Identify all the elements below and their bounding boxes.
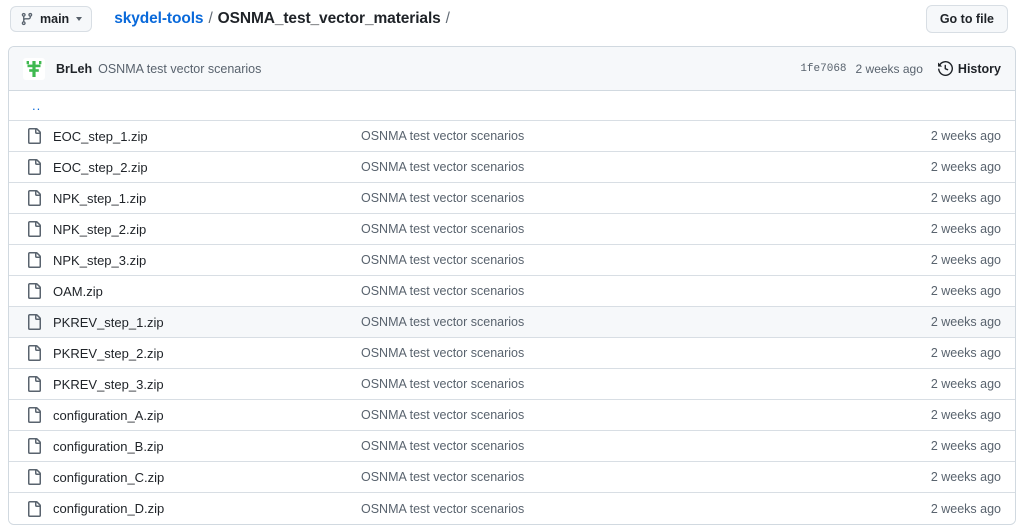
file-commit-message[interactable]: OSNMA test vector scenarios — [361, 315, 905, 329]
commit-author-name[interactable]: BrLeh — [56, 62, 92, 76]
file-commit-message[interactable]: OSNMA test vector scenarios — [361, 502, 905, 516]
file-commit-message[interactable]: OSNMA test vector scenarios — [361, 377, 905, 391]
file-commit-time: 2 weeks ago — [930, 315, 1001, 329]
commit-relative-time: 2 weeks ago — [855, 61, 923, 76]
file-name-link[interactable]: EOC_step_2.zip — [49, 160, 361, 175]
latest-commit-header: BrLeh OSNMA test vector scenarios 1fe706… — [9, 47, 1015, 91]
file-commit-message[interactable]: OSNMA test vector scenarios — [361, 191, 905, 205]
file-name-link[interactable]: NPK_step_2.zip — [49, 222, 361, 237]
file-name-link[interactable]: configuration_A.zip — [49, 408, 361, 423]
file-name-link[interactable]: NPK_step_3.zip — [49, 253, 361, 268]
file-commit-message[interactable]: OSNMA test vector scenarios — [361, 470, 905, 484]
branch-selector-button[interactable]: main — [10, 6, 93, 32]
table-row[interactable]: PKREV_step_1.zip OSNMA test vector scenar… — [9, 307, 1015, 338]
file-name-link[interactable]: PKREV_step_1.zip — [49, 315, 361, 330]
file-commit-time: 2 weeks ago — [930, 253, 1001, 267]
table-row[interactable]: EOC_step_2.zip OSNMA test vector scenario… — [9, 152, 1015, 183]
parent-directory-link[interactable]: .. — [23, 99, 41, 112]
file-name-link[interactable]: configuration_D.zip — [49, 501, 361, 516]
file-listing-container: BrLeh OSNMA test vector scenarios 1fe706… — [8, 46, 1016, 525]
file-icon — [23, 500, 49, 517]
table-row[interactable]: configuration_C.zip OSNMA test vector sce… — [9, 462, 1015, 493]
table-row[interactable]: configuration_A.zip OSNMA test vector sce… — [9, 400, 1015, 431]
breadcrumb-trailing-separator: / — [445, 10, 450, 27]
breadcrumb-owner-link[interactable]: skydel-tools — [114, 10, 203, 28]
file-icon — [23, 128, 49, 144]
table-row[interactable]: configuration_D.zip OSNMA test vector sce… — [9, 493, 1015, 524]
repo-toolbar: main skydel-tools / OSNMA_test_vector_ma… — [0, 0, 1024, 38]
git-branch-icon — [20, 12, 34, 26]
table-row[interactable]: configuration_B.zip OSNMA test vector sce… — [9, 431, 1015, 462]
table-row[interactable]: OAM.zip OSNMA test vector scenarios 2 week… — [9, 276, 1015, 307]
file-icon — [23, 345, 49, 361]
file-icon — [23, 283, 49, 299]
file-commit-message[interactable]: OSNMA test vector scenarios — [361, 284, 905, 298]
file-commit-message[interactable]: OSNMA test vector scenarios — [361, 408, 905, 422]
commit-message[interactable]: OSNMA test vector scenarios — [98, 62, 261, 76]
file-icon — [23, 438, 49, 454]
file-commit-time: 2 weeks ago — [930, 439, 1001, 453]
file-name-link[interactable]: configuration_C.zip — [49, 470, 361, 485]
file-commit-message[interactable]: OSNMA test vector scenarios — [361, 160, 905, 174]
table-row[interactable]: NPK_step_3.zip OSNMA test vector scenario… — [9, 245, 1015, 276]
file-commit-time: 2 weeks ago — [930, 222, 1001, 236]
file-commit-message[interactable]: OSNMA test vector scenarios — [361, 346, 905, 360]
table-row[interactable]: PKREV_step_3.zip OSNMA test vector scenar… — [9, 369, 1015, 400]
file-name-link[interactable]: PKREV_step_2.zip — [49, 346, 361, 361]
file-icon — [23, 159, 49, 175]
file-commit-time: 2 weeks ago — [930, 470, 1001, 484]
commit-meta: 1fe7068 2 weeks ago History — [800, 61, 1001, 76]
go-to-file-button[interactable]: Go to file — [925, 5, 1008, 33]
table-row[interactable]: NPK_step_1.zip OSNMA test vector scenario… — [9, 183, 1015, 214]
file-commit-time: 2 weeks ago — [930, 284, 1001, 298]
file-name-link[interactable]: EOC_step_1.zip — [49, 129, 361, 144]
file-icon — [23, 407, 49, 423]
file-commit-message[interactable]: OSNMA test vector scenarios — [361, 439, 905, 453]
file-icon — [23, 190, 49, 206]
file-name-link[interactable]: configuration_B.zip — [49, 439, 361, 454]
file-commit-time: 2 weeks ago — [930, 408, 1001, 422]
file-icon — [23, 376, 49, 392]
file-commit-time: 2 weeks ago — [930, 377, 1001, 391]
file-name-link[interactable]: NPK_step_1.zip — [49, 191, 361, 206]
file-name-link[interactable]: OAM.zip — [49, 284, 361, 299]
breadcrumb-current-folder: OSNMA_test_vector_materials — [217, 10, 441, 27]
file-rows: EOC_step_1.zip OSNMA test vector scenario… — [9, 121, 1015, 524]
file-commit-time: 2 weeks ago — [930, 129, 1001, 143]
chevron-down-icon — [76, 17, 83, 21]
file-commit-message[interactable]: OSNMA test vector scenarios — [361, 222, 905, 236]
breadcrumb: skydel-tools / OSNMA_test_vector_materia… — [114, 10, 450, 28]
file-commit-time: 2 weeks ago — [930, 160, 1001, 174]
file-icon — [23, 314, 49, 330]
file-commit-time: 2 weeks ago — [930, 191, 1001, 205]
file-commit-message[interactable]: OSNMA test vector scenarios — [361, 253, 905, 267]
branch-name-label: main — [40, 12, 70, 26]
file-commit-time: 2 weeks ago — [930, 346, 1001, 360]
file-icon — [23, 221, 49, 237]
file-commit-time: 2 weeks ago — [930, 501, 1001, 516]
commit-sha[interactable]: 1fe7068 — [800, 63, 846, 75]
table-row[interactable]: EOC_step_1.zip OSNMA test vector scenario… — [9, 121, 1015, 152]
history-label: History — [957, 61, 1001, 76]
history-button[interactable]: History — [937, 61, 1001, 76]
user-avatar[interactable] — [23, 57, 45, 80]
file-icon — [23, 469, 49, 485]
file-name-link[interactable]: PKREV_step_3.zip — [49, 377, 361, 392]
file-icon — [23, 252, 49, 268]
table-row[interactable]: PKREV_step_2.zip OSNMA test vector scenar… — [9, 338, 1015, 369]
github-repo-file-browser: main skydel-tools / OSNMA_test_vector_ma… — [0, 0, 1024, 526]
parent-directory-row[interactable]: .. — [9, 91, 1015, 121]
history-clock-icon — [937, 61, 953, 76]
table-row[interactable]: NPK_step_2.zip OSNMA test vector scenario… — [9, 214, 1015, 245]
breadcrumb-separator: / — [208, 10, 213, 27]
file-commit-message[interactable]: OSNMA test vector scenarios — [361, 129, 905, 143]
